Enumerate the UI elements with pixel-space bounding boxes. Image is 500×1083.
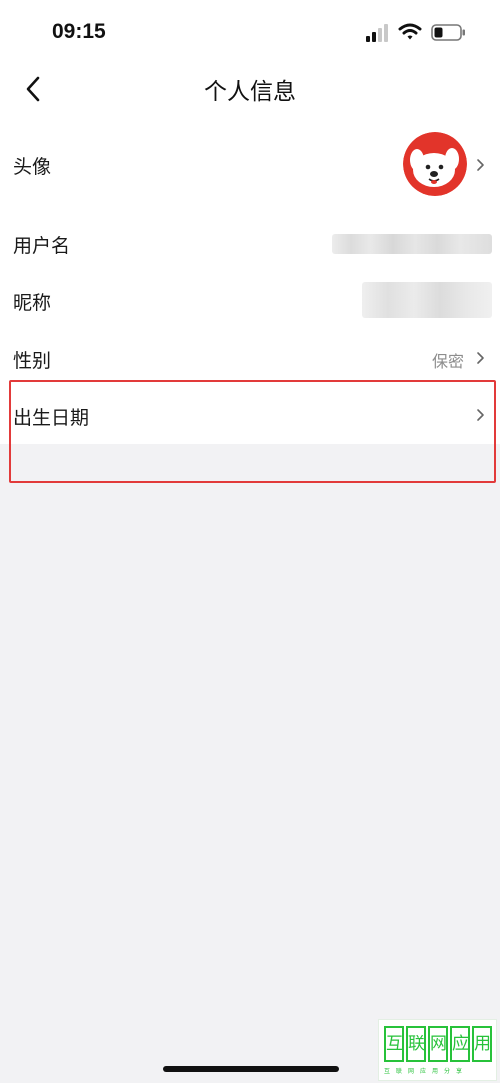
- row-label-birthday: 出生日期: [13, 407, 90, 429]
- watermark-subtitle: 互联网应用分享: [384, 1068, 469, 1075]
- wifi-icon: [398, 23, 422, 40]
- row-birthday[interactable]: 出生日期: [0, 386, 500, 444]
- row-label-gender: 性别: [13, 350, 52, 372]
- battery-icon: [431, 24, 465, 41]
- row-label-nickname: 昵称: [13, 292, 52, 314]
- row-label-username: 用户名: [13, 235, 71, 257]
- watermark-char: 联: [406, 1026, 426, 1062]
- watermark-char: 互: [384, 1026, 404, 1062]
- username-value-redacted: [332, 234, 492, 254]
- chevron-right-icon: [477, 352, 484, 364]
- page-title: 个人信息: [204, 79, 296, 105]
- home-indicator[interactable]: [163, 1066, 339, 1072]
- avatar[interactable]: [403, 132, 467, 196]
- chevron-right-icon: [477, 159, 484, 171]
- row-value-gender: 保密: [431, 352, 464, 371]
- watermark-char: 用: [472, 1026, 492, 1062]
- watermark-characters: 互 联 网 应 用: [384, 1026, 492, 1062]
- row-label-avatar: 头像: [13, 156, 52, 178]
- chevron-right-icon: [477, 409, 484, 421]
- nickname-value-redacted: [362, 282, 492, 318]
- watermark-char: 网: [428, 1026, 448, 1062]
- watermark: 互 联 网 应 用 互联网应用分享: [378, 1019, 497, 1081]
- watermark-char: 应: [450, 1026, 470, 1062]
- status-time: 09:15: [52, 20, 106, 43]
- signal-icon: [366, 24, 392, 42]
- row-gender[interactable]: 性别 保密: [0, 336, 500, 380]
